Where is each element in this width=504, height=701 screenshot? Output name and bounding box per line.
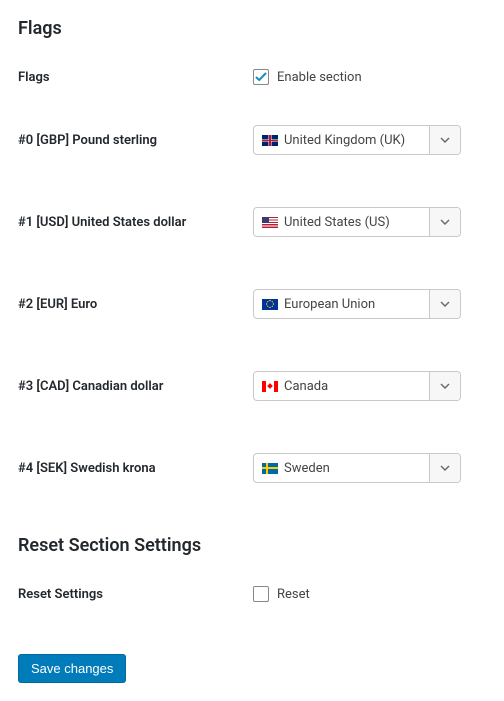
- currency-row: #2 [EUR] Euro European Union: [18, 289, 486, 319]
- currency-row-label: #3 [CAD] Canadian dollar: [18, 379, 253, 394]
- country-select-text: Sweden: [284, 461, 330, 476]
- enable-section-checkbox-wrap[interactable]: Enable section: [253, 69, 362, 85]
- currency-row-label: #1 [USD] United States dollar: [18, 215, 253, 230]
- currency-row-label: #0 [GBP] Pound sterling: [18, 133, 253, 148]
- chevron-down-icon[interactable]: [430, 290, 460, 318]
- currency-row: #4 [SEK] Swedish krona Sweden: [18, 453, 486, 483]
- country-select-value: Sweden: [254, 454, 430, 482]
- reset-settings-row: Reset Settings Reset: [18, 586, 486, 602]
- us-flag-icon: [262, 217, 278, 228]
- country-select-text: United States (US): [284, 215, 390, 230]
- country-select[interactable]: Canada: [253, 371, 461, 401]
- country-select-text: Canada: [284, 379, 328, 394]
- reset-heading: Reset Section Settings: [18, 535, 486, 556]
- flags-heading: Flags: [18, 18, 486, 39]
- country-select[interactable]: European Union: [253, 289, 461, 319]
- country-select[interactable]: United States (US): [253, 207, 461, 237]
- chevron-down-icon[interactable]: [430, 454, 460, 482]
- eu-flag-icon: [262, 299, 278, 310]
- country-select-value: Canada: [254, 372, 430, 400]
- reset-settings-label: Reset Settings: [18, 587, 253, 602]
- chevron-down-icon[interactable]: [430, 208, 460, 236]
- uk-flag-icon: [262, 135, 278, 146]
- currency-row-label: #4 [SEK] Swedish krona: [18, 461, 253, 476]
- save-changes-button[interactable]: Save changes: [18, 654, 126, 683]
- reset-checkbox-wrap[interactable]: Reset: [253, 586, 310, 602]
- country-select-value: European Union: [254, 290, 430, 318]
- enable-section-label: Flags: [18, 70, 253, 85]
- currency-row: #1 [USD] United States dollar United Stat…: [18, 207, 486, 237]
- country-select-value: United States (US): [254, 208, 430, 236]
- reset-checkbox[interactable]: [253, 586, 269, 602]
- currency-row: #0 [GBP] Pound sterling United Kingdom (U…: [18, 125, 486, 155]
- ca-flag-icon: [262, 381, 278, 392]
- country-select-value: United Kingdom (UK): [254, 126, 430, 154]
- reset-checkbox-label: Reset: [277, 587, 310, 602]
- enable-section-checkbox-label: Enable section: [277, 70, 362, 85]
- se-flag-icon: [262, 463, 278, 474]
- currency-row-label: #2 [EUR] Euro: [18, 297, 253, 312]
- country-select-text: European Union: [284, 297, 375, 312]
- check-icon: [255, 71, 267, 83]
- chevron-down-icon[interactable]: [430, 126, 460, 154]
- currency-row: #3 [CAD] Canadian dollar Canada: [18, 371, 486, 401]
- enable-section-checkbox[interactable]: [253, 69, 269, 85]
- enable-section-row: Flags Enable section: [18, 69, 486, 85]
- chevron-down-icon[interactable]: [430, 372, 460, 400]
- country-select[interactable]: United Kingdom (UK): [253, 125, 461, 155]
- country-select-text: United Kingdom (UK): [284, 133, 405, 148]
- country-select[interactable]: Sweden: [253, 453, 461, 483]
